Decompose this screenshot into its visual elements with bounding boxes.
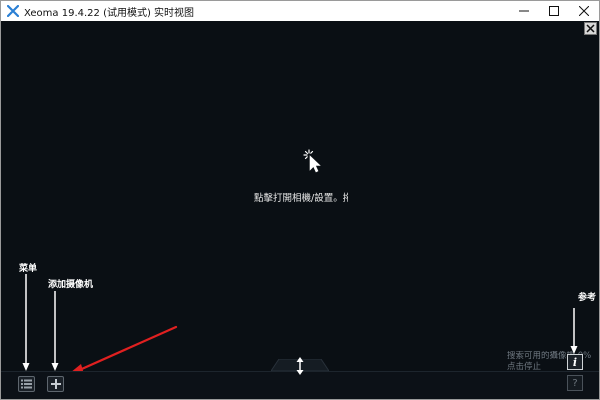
annotation-arrows xyxy=(22,274,578,377)
add-camera-button[interactable] xyxy=(47,376,64,392)
maximize-icon xyxy=(549,6,559,16)
window-title: Xeoma 19.4.22 (试用模式) 实时视图 xyxy=(24,7,195,19)
app-window: Xeoma 19.4.22 (试用模式) 实时视图 點擊打開相機/設置。拖 菜单… xyxy=(0,0,600,400)
red-highlight-arrow xyxy=(65,325,178,377)
reference-pointer-arrow xyxy=(570,308,578,354)
resize-handle[interactable] xyxy=(295,356,305,376)
minimize-button[interactable] xyxy=(509,1,539,21)
window-controls xyxy=(509,1,599,21)
info-button[interactable]: i xyxy=(567,354,583,370)
close-view-button[interactable] xyxy=(584,22,597,35)
close-button[interactable] xyxy=(569,1,599,21)
minimize-icon xyxy=(519,10,529,12)
help-button[interactable]: ? xyxy=(567,375,583,391)
title-bar[interactable]: Xeoma 19.4.22 (试用模式) 实时视图 xyxy=(1,1,599,21)
click-cursor-icon xyxy=(303,149,325,173)
close-icon xyxy=(586,24,595,33)
menu-pointer-arrow xyxy=(22,274,30,371)
reference-annotation: 参考 xyxy=(578,293,597,303)
add-camera-pointer-arrow xyxy=(51,291,59,371)
live-view-area[interactable]: 點擊打開相機/設置。拖 菜单 添加摄像机 参考 搜索可用的攝像機 0% 点击停止 xyxy=(1,21,599,399)
list-icon xyxy=(21,379,32,389)
vertical-resize-icon xyxy=(296,357,304,375)
menu-annotation: 菜单 xyxy=(19,264,38,274)
maximize-button[interactable] xyxy=(539,1,569,21)
add-camera-annotation: 添加摄像机 xyxy=(48,280,94,290)
close-icon xyxy=(579,6,589,16)
plus-icon xyxy=(50,379,61,389)
open-camera-hint: 點擊打開相機/設置。拖 xyxy=(254,193,348,204)
menu-button[interactable] xyxy=(18,376,35,392)
xeoma-logo-icon xyxy=(7,5,19,17)
